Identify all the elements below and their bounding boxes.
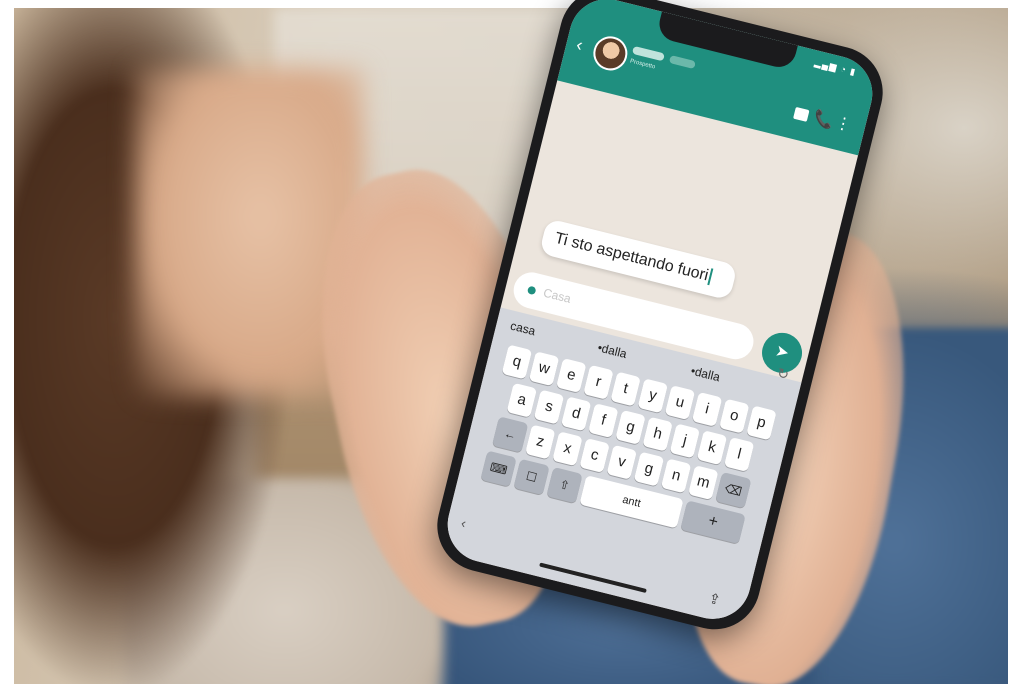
suggestion-3[interactable]: •dalla	[689, 364, 721, 385]
key-o[interactable]: o	[719, 398, 750, 434]
key-z[interactable]: z	[524, 424, 556, 460]
key-n[interactable]: n	[660, 458, 692, 494]
emoji-icon[interactable]	[526, 285, 537, 296]
key-l[interactable]: l	[723, 437, 755, 472]
status-icons: ▂▄▆ ◔ ▮	[813, 57, 858, 78]
key-shift-icon[interactable]: ⇧	[546, 466, 583, 504]
key-p[interactable]: p	[746, 405, 777, 441]
key-v[interactable]: v	[606, 444, 638, 480]
key-q[interactable]: q	[501, 344, 533, 380]
key-i[interactable]: i	[691, 391, 723, 427]
contact-avatar[interactable]	[589, 32, 631, 75]
key-backspace[interactable]: ⌫	[715, 471, 752, 509]
suggestion-1[interactable]: casa	[509, 319, 537, 339]
key-k[interactable]: k	[696, 430, 728, 466]
key-keyboard-icon[interactable]: ⌨	[480, 450, 517, 487]
key-w[interactable]: w	[528, 351, 560, 387]
share-icon[interactable]: ⇪	[707, 590, 722, 609]
key-c[interactable]: c	[579, 438, 610, 473]
key-left-arrow[interactable]: ←	[492, 416, 529, 453]
contact-name-redacted-2	[668, 55, 696, 70]
back-icon[interactable]: ‹	[574, 34, 585, 56]
key-m[interactable]: m	[688, 465, 719, 501]
clock-icon[interactable]: ↻	[775, 365, 791, 384]
message-text: Ti sto aspettando fuori	[553, 229, 711, 285]
key-s[interactable]: s	[533, 389, 565, 425]
key-f[interactable]: f	[588, 403, 619, 439]
call-icon[interactable]: 📞	[812, 108, 836, 132]
more-icon[interactable]: ⋮	[833, 112, 853, 135]
key-emoji-icon[interactable]: ☐	[513, 458, 550, 496]
key-t[interactable]: t	[610, 371, 641, 407]
suggestion-2[interactable]: •dalla	[596, 340, 628, 361]
key-d[interactable]: d	[560, 396, 592, 432]
home-indicator[interactable]	[539, 562, 647, 594]
video-call-icon[interactable]	[793, 106, 810, 122]
key-e[interactable]: e	[556, 358, 587, 393]
contact-status: Prospetto	[629, 58, 656, 71]
key-y[interactable]: y	[637, 378, 669, 414]
key-g2[interactable]: g	[633, 451, 665, 487]
key-g[interactable]: g	[615, 409, 646, 445]
key-r[interactable]: r	[583, 364, 614, 400]
key-j[interactable]: j	[669, 423, 701, 459]
key-u[interactable]: u	[664, 385, 696, 421]
key-a[interactable]: a	[506, 382, 538, 418]
key-enter[interactable]: +	[680, 500, 746, 544]
nav-back-icon[interactable]: ‹	[460, 515, 468, 532]
key-h[interactable]: h	[642, 416, 673, 452]
key-x[interactable]: x	[552, 431, 583, 467]
